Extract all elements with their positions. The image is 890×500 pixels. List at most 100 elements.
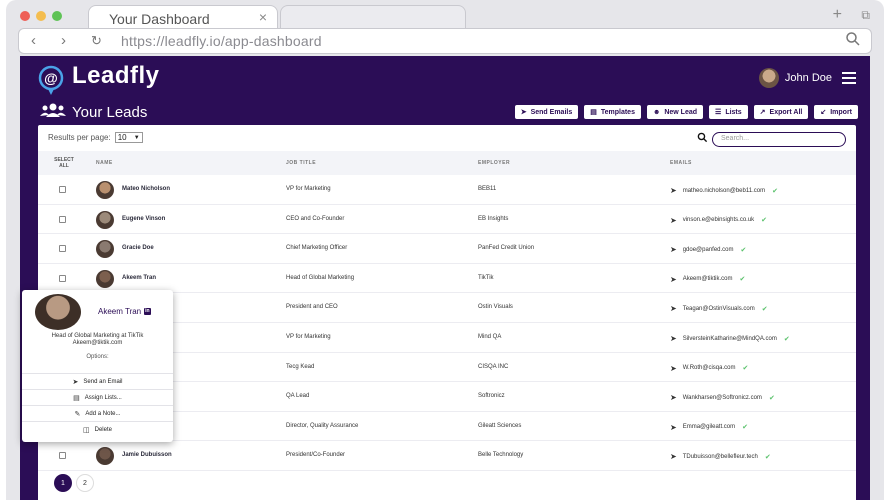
tab-title: Your Dashboard [109,11,210,27]
paper-plane-icon[interactable]: ➤ [670,452,677,461]
avatar[interactable] [96,210,114,229]
svg-text:@: @ [44,70,58,86]
delete-option[interactable]: ◫ Delete [22,421,173,437]
reload-icon[interactable]: ↻ [91,33,102,49]
action-toolbar: ➤ Send Emails ▤ Templates ☻ New Lead ☰ Lists… [514,105,858,119]
avatar[interactable] [758,68,779,88]
tab-close-icon[interactable]: × [259,9,267,25]
row-checkbox[interactable] [59,245,66,253]
lists-button[interactable]: ☰ Lists [709,105,748,119]
user-menu[interactable]: John Doe [758,68,856,88]
lead-email[interactable]: ➤ Teagan@OstinVisuals.com ✔ [670,304,768,313]
lead-email-text[interactable]: gdoe@panfed.com [683,247,734,253]
page-1-button[interactable]: 1 [54,474,72,492]
logo-text[interactable]: Leadfly [72,62,160,90]
linkedin-icon[interactable]: in [144,308,151,315]
row-checkbox[interactable] [59,186,66,193]
avatar[interactable] [96,240,114,259]
lead-name[interactable]: Jamie Dubuisson [122,452,172,458]
lead-name[interactable]: Gracie Doe [122,245,154,251]
lead-name[interactable]: Mateo Nicholson [122,186,170,192]
table-row[interactable]: Mateo Nicholson VP for Marketing BEB11 ➤ mat… [38,175,856,205]
import-button[interactable]: ↙ Import [814,105,858,119]
paper-plane-icon[interactable]: ➤ [670,364,677,373]
paper-plane-icon[interactable]: ➤ [670,245,677,254]
search-input[interactable]: Search... [712,131,846,147]
lead-email-text[interactable]: W.Roth@cisqa.com [683,365,736,371]
send-emails-button[interactable]: ➤ Send Emails [514,105,579,119]
lists-label: Lists [725,108,742,116]
lead-email[interactable]: ➤ W.Roth@cisqa.com ✔ [670,364,748,373]
export-all-button[interactable]: ↗ Export All [753,105,809,119]
new-lead-button[interactable]: ☻ New Lead [646,105,704,119]
lead-email[interactable]: ➤ Akeem@tiktik.com ✔ [670,275,745,284]
verified-check-icon: ✔ [761,305,768,313]
minimize-window-icon[interactable] [36,11,46,21]
paper-plane-icon[interactable]: ➤ [670,186,677,195]
paper-plane-icon[interactable]: ➤ [670,275,677,284]
paper-plane-icon[interactable]: ➤ [670,216,677,225]
assign-lists-label: Assign Lists... [84,394,122,401]
paper-plane-icon[interactable]: ➤ [670,423,677,432]
pagination: 1 2 [54,474,94,492]
row-checkbox[interactable] [59,274,66,282]
url-text[interactable]: https://leadfly.io/app-dashboard [121,33,322,49]
empty-tab[interactable] [280,5,466,29]
row-checkbox[interactable] [59,215,66,223]
results-per-page-select[interactable]: 10 ▼ [114,132,143,143]
back-icon[interactable]: ‹ [31,32,36,49]
lead-name[interactable]: Eugene Vinson [122,216,165,222]
delete-label: Delete [94,426,112,433]
paper-plane-icon[interactable]: ➤ [670,393,677,402]
templates-button[interactable]: ▤ Templates [584,105,641,119]
lead-email-text[interactable]: Emma@gileatt.com [683,424,735,430]
page-2-button[interactable]: 2 [76,474,94,492]
employer-header: EMPLOYER [478,160,511,166]
table-row[interactable]: Gracie Doe Chief Marketing Officer PanFed … [38,234,856,264]
user-name[interactable]: John Doe [785,72,832,84]
paper-plane-icon[interactable]: ➤ [670,304,677,313]
avatar[interactable] [96,269,114,288]
avatar[interactable] [96,447,114,466]
popup-email[interactable]: Akeem@tiktik.com [22,340,173,347]
lead-email[interactable]: ➤ matheo.nicholson@beb11.com ✔ [670,186,778,195]
avatar[interactable] [96,181,114,199]
lead-email-text[interactable]: Teagan@OstinVisuals.com [683,306,755,312]
send-email-option[interactable]: ➤ Send an Email [22,373,173,389]
lead-email-text[interactable]: vinson.e@ebinsights.co.uk [683,217,754,223]
select-all-header[interactable]: SELECT ALL [50,157,78,169]
search-icon[interactable] [845,31,861,52]
row-checkbox[interactable] [59,452,66,460]
table-row[interactable]: Eugene Vinson CEO and Co-Founder EB Insigh… [38,205,856,235]
table-row[interactable]: Jamie Dubuisson President/Co-Founder Belle… [38,441,856,471]
paper-plane-icon[interactable]: ➤ [670,334,677,343]
lead-email-text[interactable]: Akeem@tiktik.com [683,276,733,282]
close-window-icon[interactable] [20,11,30,21]
lead-email[interactable]: ➤ Wankharsen@Softronicz.com ✔ [670,393,775,402]
results-per-page: Results per page: 10 ▼ [48,132,143,143]
lead-email[interactable]: ➤ gdoe@panfed.com ✔ [670,245,746,254]
forward-icon[interactable]: › [61,32,66,49]
import-label: Import [830,108,852,116]
lead-email[interactable]: ➤ vinson.e@ebinsights.co.uk ✔ [670,216,767,225]
lead-email-text[interactable]: TDubuisson@bellefleur.tech [683,454,758,460]
lead-email-text[interactable]: matheo.nicholson@beb11.com [683,188,765,194]
lead-email-text[interactable]: Wankharsen@Softronicz.com [683,395,762,401]
assign-lists-option[interactable]: ▤ Assign Lists... [22,389,173,405]
lead-email[interactable]: ➤ Emma@gileatt.com ✔ [670,423,748,432]
pencil-icon: ✎ [74,410,81,418]
add-note-option[interactable]: ✎ Add a Note... [22,405,173,421]
hamburger-menu-icon[interactable] [842,72,856,84]
table-row[interactable]: Akeem Tran Head of Global Marketing TikTik… [38,264,856,294]
browser-tab[interactable]: Your Dashboard × [88,5,278,29]
address-bar[interactable]: ‹ › ↻ https://leadfly.io/app-dashboard [18,28,872,54]
search-icon[interactable] [697,130,708,148]
restore-window-icon[interactable]: ⧉ [861,8,870,23]
new-tab-icon[interactable]: + [833,6,842,24]
lead-email[interactable]: ➤ SilversteinKatharine@MindQA.com ✔ [670,334,790,343]
maximize-window-icon[interactable] [52,11,62,21]
users-icon [40,102,66,122]
lead-name[interactable]: Akeem Tran [122,275,156,281]
lead-email[interactable]: ➤ TDubuisson@bellefleur.tech ✔ [670,452,771,461]
lead-email-text[interactable]: SilversteinKatharine@MindQA.com [683,336,777,342]
